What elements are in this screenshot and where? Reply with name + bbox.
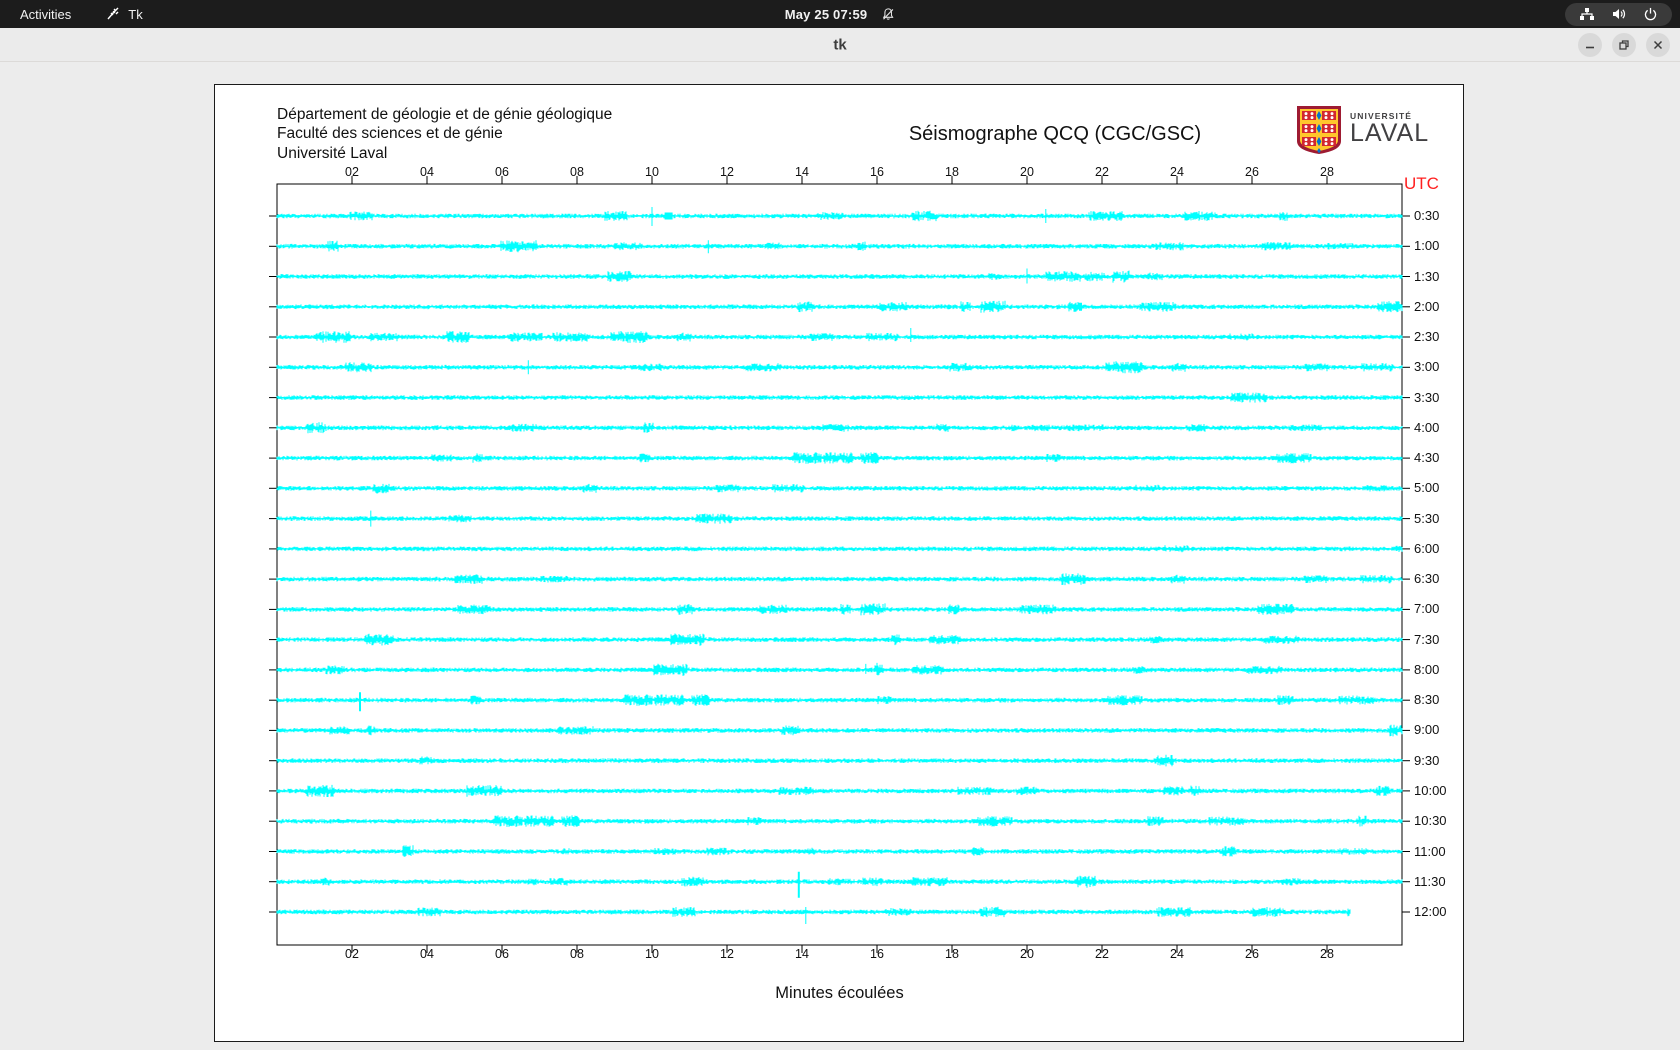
- time-tick-label: 0:30: [1414, 208, 1440, 223]
- system-status-menu[interactable]: [1565, 2, 1672, 26]
- window-titlebar[interactable]: tk: [0, 28, 1680, 62]
- x-tick-label-top: 18: [945, 165, 959, 179]
- clock-label: May 25 07:59: [784, 6, 868, 22]
- time-tick-label: 7:00: [1414, 601, 1440, 617]
- x-tick-label-bottom: 20: [1020, 947, 1034, 961]
- x-tick-label-top: 26: [1245, 165, 1259, 179]
- x-tick-label-bottom: 16: [870, 947, 884, 961]
- helicorder-plot: [269, 176, 1410, 953]
- seismograph-canvas: Département de géologie et de génie géol…: [214, 84, 1464, 1042]
- close-icon: [1653, 40, 1663, 49]
- x-tick-label-bottom: 24: [1170, 947, 1184, 961]
- time-tick-label: 4:00: [1414, 419, 1440, 435]
- notifications-muted-icon: [882, 7, 894, 20]
- x-tick-label-bottom: 04: [420, 947, 434, 961]
- time-tick-label: 3:30: [1414, 389, 1440, 405]
- x-tick-label-bottom: 18: [945, 947, 959, 961]
- time-tick-label: 1:00: [1414, 238, 1440, 254]
- institution-line: Université Laval: [277, 144, 388, 162]
- minimize-button[interactable]: [1578, 32, 1602, 57]
- time-tick-label: 11:00: [1414, 843, 1446, 859]
- time-tick-label: 4:30: [1414, 450, 1440, 466]
- institution-block: Département de géologie et de génie géol…: [277, 105, 612, 163]
- maximize-button[interactable]: [1612, 32, 1636, 57]
- network-wired-icon: [1580, 8, 1594, 20]
- minimize-icon: [1586, 46, 1594, 48]
- x-tick-label-top: 20: [1020, 165, 1034, 179]
- time-tick-label: 9:30: [1414, 752, 1440, 768]
- x-tick-label-top: 24: [1170, 165, 1184, 179]
- power-icon: [1644, 7, 1657, 20]
- time-tick-label: 6:30: [1414, 571, 1440, 587]
- time-tick-label: 5:30: [1414, 510, 1440, 526]
- activities-button[interactable]: Activities: [20, 7, 71, 22]
- time-tick-label: 2:00: [1414, 298, 1440, 314]
- x-tick-label-bottom: 22: [1095, 947, 1109, 961]
- x-tick-label-top: 02: [345, 165, 359, 179]
- time-tick-label: 8:30: [1414, 692, 1440, 708]
- time-tick-label: 1:30: [1414, 268, 1440, 284]
- clock-menu[interactable]: May 25 07:59: [785, 0, 896, 28]
- x-tick-label-bottom: 02: [345, 947, 359, 961]
- time-tick-label: 2:30: [1414, 329, 1440, 344]
- x-tick-label-bottom: 10: [645, 947, 659, 961]
- x-tick-label-top: 28: [1320, 165, 1334, 179]
- x-tick-label-bottom: 28: [1320, 947, 1334, 961]
- x-tick-label-top: 12: [720, 165, 734, 179]
- x-tick-label-bottom: 06: [495, 947, 509, 961]
- institution-line: Faculté des sciences et de génie: [277, 125, 503, 143]
- restore-icon: [1619, 39, 1629, 50]
- app-name-label: Tk: [128, 6, 143, 22]
- gnome-top-bar: Activities Tk May 25 07:59: [0, 0, 1680, 28]
- time-tick-label: 5:00: [1414, 480, 1440, 496]
- university-laval-logo: UNIVERSITÉ LAVAL: [1296, 105, 1429, 155]
- time-tick-label: 7:30: [1414, 631, 1440, 647]
- x-tick-label-top: 10: [645, 165, 659, 179]
- x-tick-label-top: 16: [870, 165, 884, 179]
- x-tick-label-bottom: 26: [1245, 947, 1259, 961]
- time-tick-label: 9:00: [1414, 722, 1440, 738]
- x-axis-title: Minutes écoulées: [775, 984, 904, 1002]
- volume-icon: [1613, 9, 1626, 19]
- x-tick-label-top: 22: [1095, 165, 1109, 179]
- institution-line: Département de géologie et de génie géol…: [277, 106, 613, 123]
- time-tick-label: 3:00: [1414, 359, 1440, 375]
- time-tick-label: 11:30: [1414, 873, 1446, 889]
- x-tick-label-top: 06: [495, 165, 509, 179]
- time-tick-label: 8:00: [1414, 661, 1440, 677]
- time-tick-label: 12:00: [1414, 904, 1447, 919]
- logo-large-text: LAVAL: [1350, 119, 1430, 147]
- x-tick-label-bottom: 12: [720, 947, 734, 961]
- tk-app-icon: [107, 7, 119, 20]
- laval-shield-icon: [1297, 106, 1341, 154]
- x-tick-label-top: 08: [570, 165, 584, 179]
- utc-label: UTC: [1404, 174, 1439, 193]
- focused-app-menu[interactable]: Tk: [105, 6, 143, 22]
- time-tick-label: 6:00: [1414, 540, 1440, 556]
- time-tick-label: 10:30: [1414, 813, 1447, 829]
- window-body: Département de géologie et de génie géol…: [0, 62, 1680, 1050]
- time-tick-label: 10:00: [1414, 782, 1447, 798]
- x-tick-label-top: 04: [420, 165, 434, 179]
- x-tick-label-top: 14: [795, 165, 809, 179]
- close-button[interactable]: [1646, 32, 1670, 57]
- x-tick-label-bottom: 14: [795, 947, 809, 961]
- window-title: tk: [833, 36, 847, 53]
- x-tick-label-bottom: 08: [570, 947, 584, 961]
